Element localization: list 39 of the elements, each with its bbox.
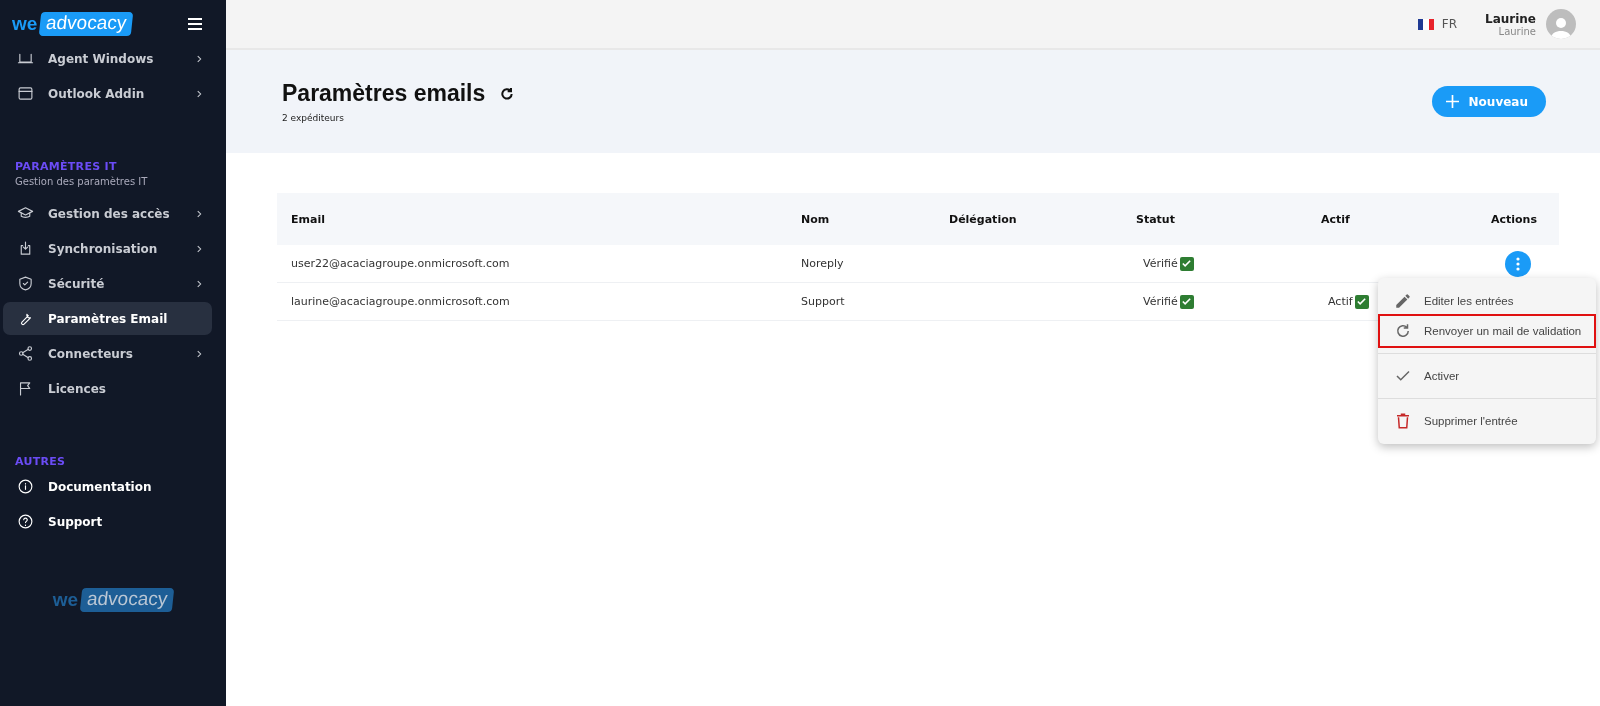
column-header: Email: [290, 212, 326, 226]
logo-text: we: [52, 589, 79, 611]
column-header: Statut: [1135, 212, 1176, 226]
sender-count: 2 expéditeurs: [282, 113, 345, 123]
logo-text: we: [12, 13, 38, 35]
table-cell-text: laurine@acaciagroupe.onmicrosoft.com: [290, 295, 511, 308]
menu-item[interactable]: Supprimer l'entrée: [1380, 406, 1594, 436]
sidebar-item[interactable]: Support: [3, 505, 212, 538]
table-cell-text: Noreply: [800, 257, 845, 270]
sidebar-item[interactable]: Documentation: [3, 470, 212, 503]
menu-item[interactable]: Renvoyer un mail de validation: [1380, 316, 1594, 346]
language-label[interactable]: FR: [1441, 17, 1457, 31]
column-header: Nom: [800, 212, 831, 226]
column-header: Délégation: [948, 212, 1018, 226]
column-header: Actif: [1320, 212, 1351, 226]
table-cell-text: Support: [800, 295, 846, 308]
sidebar-item[interactable]: Gestion des accès: [3, 197, 212, 230]
sidebar-item[interactable]: Agent Windows: [3, 42, 212, 75]
section-subtitle: Gestion des paramètres IT: [14, 175, 149, 189]
sidebar-item[interactable]: Sécurité: [3, 267, 212, 300]
table-cell-text: user22@acaciagroupe.onmicrosoft.com: [290, 257, 511, 270]
sidebar-item[interactable]: Paramètres Email: [3, 302, 212, 335]
sidebar-item[interactable]: Licences: [3, 372, 212, 405]
status-text: Vérifié: [1143, 257, 1178, 270]
user-name: Laurine: [1485, 11, 1536, 26]
logo-badge: advocacy: [79, 588, 175, 612]
menu-item[interactable]: Activer: [1380, 361, 1594, 391]
section-heading: AUTRES: [14, 455, 67, 468]
column-header: Actions: [1490, 212, 1538, 226]
active-text: Actif: [1328, 295, 1353, 308]
menu-item[interactable]: Editer les entrées: [1380, 286, 1594, 316]
sidebar-item[interactable]: Outlook Addin: [3, 77, 212, 110]
status-text: Vérifié: [1143, 295, 1178, 308]
section-heading: PARAMÈTRES IT: [14, 160, 118, 173]
logo-badge: advocacy: [39, 12, 134, 36]
sidebar-item[interactable]: Connecteurs: [3, 337, 212, 370]
user-subtitle: Laurine: [1497, 25, 1536, 37]
sidebar-item[interactable]: Synchronisation: [3, 232, 212, 265]
page-title: Paramètres emails: [282, 80, 486, 107]
